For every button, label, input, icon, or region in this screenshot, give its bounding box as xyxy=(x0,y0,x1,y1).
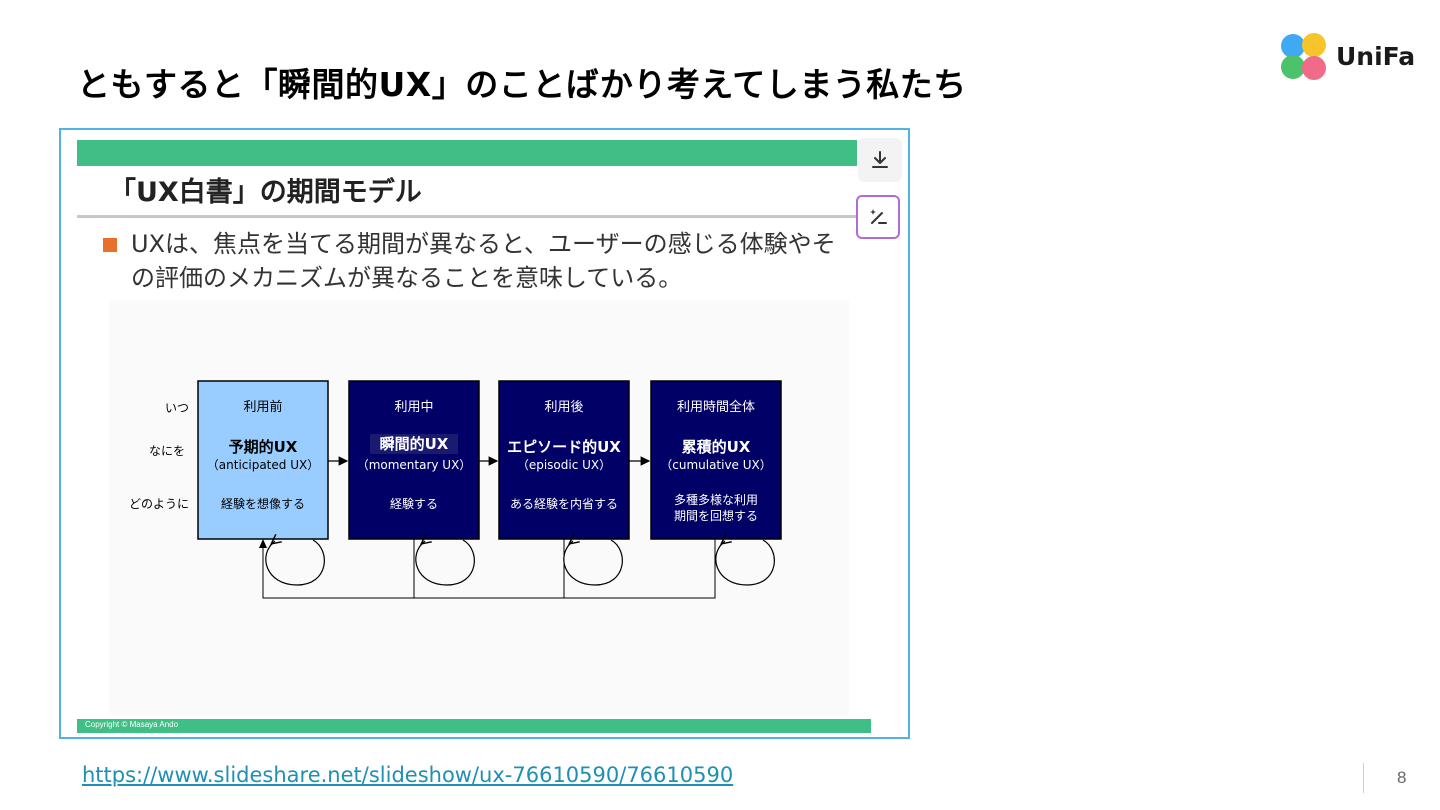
download-icon xyxy=(872,151,888,168)
ux-period-diagram: いつ なにを どのように 利用前 予期的UX （anticipated UX） … xyxy=(129,380,782,599)
row-label-how: どのように xyxy=(129,497,189,511)
self-loop xyxy=(563,540,623,586)
copyright-text: Copyright © Masaya Ando xyxy=(85,720,179,729)
page-number: 8 xyxy=(1397,768,1407,787)
embedded-slide: 「UX白書」の期間モデル UXは、焦点を当てる期間が異なると、ユーザーの感じる体… xyxy=(59,128,910,739)
stage-how: ある経験を内省する xyxy=(510,496,618,511)
magic-edit-icon xyxy=(870,209,887,224)
unifa-logo-icon xyxy=(1281,33,1326,80)
source-link[interactable]: https://www.slideshare.net/slideshow/ux-… xyxy=(82,763,733,787)
stage-how: 経験を想像する xyxy=(221,496,305,511)
stage-en: （anticipated UX） xyxy=(207,458,319,472)
logo-text: UniFa xyxy=(1336,42,1416,71)
stage-when: 利用時間全体 xyxy=(677,399,755,415)
stage-name: エピソード的UX xyxy=(507,438,621,456)
stage-name: 累積的UX xyxy=(682,438,751,456)
stage-when: 利用前 xyxy=(243,399,282,415)
feedback-path xyxy=(262,539,716,599)
footer-bar xyxy=(77,719,871,733)
page-number-divider xyxy=(1363,763,1364,793)
stage-when: 利用後 xyxy=(544,400,583,415)
stage-en: （cumulative UX） xyxy=(660,458,772,472)
self-loop xyxy=(415,540,475,586)
row-label-when: いつ xyxy=(165,401,189,415)
stage-how: 経験する xyxy=(390,496,438,511)
magic-edit-button[interactable] xyxy=(856,195,900,239)
page-title: ともすると「瞬間的UX」のことばかり考えてしまう私たち xyxy=(77,65,967,104)
self-loop xyxy=(265,540,325,586)
stage-how-line1: 多種多様な利用 xyxy=(674,493,758,507)
stage-when: 利用中 xyxy=(394,400,433,415)
row-label-what: なにを xyxy=(149,444,185,458)
self-loop xyxy=(715,540,775,586)
stage-name: 瞬間的UX xyxy=(380,435,449,453)
stage-en: （momentary UX） xyxy=(357,458,472,472)
download-button[interactable] xyxy=(858,138,902,182)
feedback-arrowhead xyxy=(259,539,267,548)
stage-how-line2: 期間を回想する xyxy=(674,508,758,523)
stage-en: （episodic UX） xyxy=(517,458,611,472)
unifa-logo: UniFa xyxy=(1278,31,1418,83)
stage-name: 予期的UX xyxy=(229,438,298,456)
